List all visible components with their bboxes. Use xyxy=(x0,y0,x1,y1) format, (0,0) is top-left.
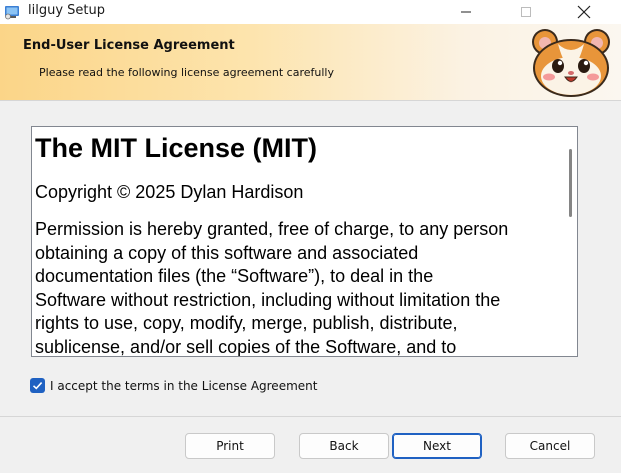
license-scrollbar[interactable] xyxy=(563,127,577,356)
license-line: Software without restriction, including … xyxy=(35,289,501,310)
license-heading: The MIT License (MIT) xyxy=(35,133,318,163)
checkmark-icon xyxy=(32,382,43,390)
accept-terms-label[interactable]: I accept the terms in the License Agreem… xyxy=(50,379,317,393)
license-line: Permission is hereby granted, free of ch… xyxy=(35,219,509,239)
license-line: rights to use, copy, modify, merge, publ… xyxy=(35,313,458,333)
license-copyright: Copyright © 2025 Dylan Hardison xyxy=(35,182,304,202)
maximize-button xyxy=(503,0,549,24)
next-button[interactable]: Next xyxy=(392,433,482,459)
close-icon xyxy=(577,5,591,19)
minimize-button[interactable] xyxy=(443,0,489,24)
header-divider xyxy=(0,100,621,101)
print-button[interactable]: Print xyxy=(185,433,275,459)
cancel-button[interactable]: Cancel xyxy=(505,433,595,459)
hamster-mascot-logo xyxy=(532,29,610,97)
page-title: End-User License Agreement xyxy=(23,38,235,53)
license-text-area[interactable]: The MIT License (MIT) Copyright © 2025 D… xyxy=(31,126,578,357)
minimize-icon xyxy=(461,11,471,13)
title-bar[interactable]: lilguy Setup xyxy=(0,0,621,24)
accept-terms-row[interactable]: I accept the terms in the License Agreem… xyxy=(30,378,317,393)
accept-terms-checkbox[interactable] xyxy=(30,378,45,393)
window-title: lilguy Setup xyxy=(28,3,105,18)
close-button[interactable] xyxy=(561,0,607,24)
license-line: documentation files (the “Software”), to… xyxy=(35,266,434,286)
scrollbar-thumb[interactable] xyxy=(569,149,572,217)
back-button[interactable]: Back xyxy=(299,433,389,459)
license-line: sublicense, and/or sell copies of the So… xyxy=(35,336,457,357)
license-content: The MIT License (MIT) Copyright © 2025 D… xyxy=(35,129,565,357)
maximize-icon xyxy=(521,7,531,17)
header-banner: End-User License Agreement Please read t… xyxy=(0,24,621,100)
license-paragraph: Permission is hereby granted, free of ch… xyxy=(35,218,565,357)
page-subtitle: Please read the following license agreem… xyxy=(39,66,334,79)
installer-icon xyxy=(5,6,19,20)
footer-divider xyxy=(0,416,621,417)
license-line: obtaining a copy of this software and as… xyxy=(35,242,419,263)
setup-window: lilguy Setup End-User License Agreement … xyxy=(0,0,621,473)
